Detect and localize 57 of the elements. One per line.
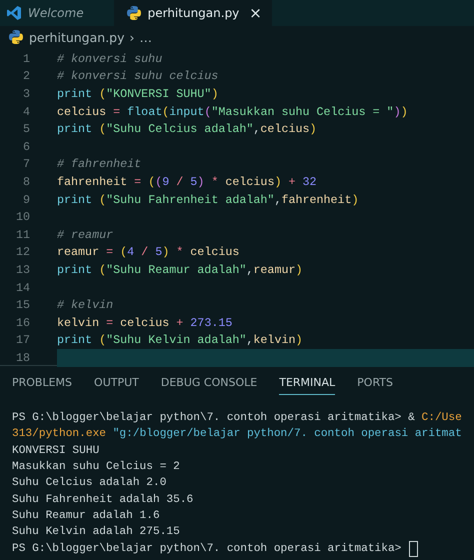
code-line: # reamur	[57, 226, 114, 244]
line-number: 8	[22, 174, 30, 189]
editor-tab[interactable]: perhitungan.py ×	[114, 0, 272, 26]
terminal-line: 313/python.exe "g:/blogger/belajar python/7. contoh operasi aritmat	[12, 428, 462, 440]
terminal-line: Suhu Celcius adalah 2.0	[12, 477, 166, 490]
line-number: 4	[22, 104, 30, 119]
tab-label: Welcome	[28, 6, 84, 20]
panel-tab[interactable]: OUTPUT	[94, 370, 139, 394]
python-icon	[126, 5, 142, 21]
line-number: 18	[14, 350, 30, 365]
tab-label: perhitungan.py	[148, 6, 240, 20]
panel-tab[interactable]: PORTS	[357, 370, 393, 394]
terminal-line: KONVERSI SUHU	[12, 444, 100, 457]
line-number: 13	[14, 262, 30, 277]
line-number: 16	[14, 316, 30, 330]
line-number: 1	[22, 52, 30, 66]
line-number: 9	[22, 192, 30, 207]
code-line: celcius = float(input("Masukkan suhu Celcius = "))	[57, 104, 409, 120]
line-number: 6	[22, 140, 30, 154]
code-line: # konversi suhu	[57, 50, 164, 68]
terminal-line: Masukkan suhu Celcius = 2	[12, 461, 180, 474]
code-line: print ("Suhu Reamur adalah",reamur)	[57, 262, 304, 279]
terminal-line: PS G:\blogger\belajar python\7. contoh operasi aritmatika> & C:/Use	[12, 412, 462, 424]
line-number: 15	[14, 298, 30, 312]
line-number: 7	[22, 157, 30, 172]
panel-tab[interactable]: PROBLEMS	[12, 370, 72, 394]
code-line: fahrenheit = ((9 / 5) * celcius) + 32	[57, 174, 318, 191]
code-line: print ("Suhu Kelvin adalah",kelvin)	[57, 332, 304, 350]
line-number: 12	[14, 245, 30, 260]
editor-tab[interactable]: Welcome	[0, 0, 114, 26]
vscode-icon	[6, 5, 22, 21]
breadcrumb-separator: ›	[130, 30, 135, 44]
code-line: reamur = (4 / 5) * celcius	[57, 244, 240, 262]
code-line: kelvin = celcius + 273.15	[57, 314, 234, 332]
terminal-line: Suhu Kelvin adalah 275.15	[12, 526, 180, 538]
panel-tab[interactable]: TERMINAL	[279, 370, 336, 394]
line-number: 14	[14, 280, 30, 295]
line-number: 10	[14, 210, 30, 224]
panel-tab[interactable]: DEBUG CONSOLE	[160, 370, 258, 394]
line-number: 17	[14, 333, 30, 348]
code-line: # konversi suhu celcius	[57, 68, 220, 86]
python-icon	[8, 29, 24, 45]
code-line: print ("Suhu Celcius adalah",celcius)	[57, 121, 318, 138]
line-number: 3	[22, 86, 30, 101]
breadcrumb-item[interactable]: …	[140, 30, 152, 44]
breadcrumb-item[interactable]: perhitungan.py	[29, 30, 125, 44]
line-number: 2	[22, 69, 30, 84]
code-line: # kelvin	[57, 297, 114, 314]
code-line: print ("Suhu Fahrenheit adalah",fahrenheit)	[57, 192, 360, 208]
terminal-line: Suhu Fahrenheit adalah 35.6	[12, 494, 194, 506]
terminal-line: Suhu Reamur adalah 1.6	[12, 510, 160, 522]
close-icon[interactable]: ×	[249, 4, 262, 22]
line-number: 11	[14, 228, 30, 242]
line-number: 5	[22, 122, 30, 136]
terminal-line: PS G:\blogger\belajar python\7. contoh operasi aritmatika>	[12, 542, 402, 555]
code-line: # fahrenheit	[57, 156, 142, 174]
code-line: print ("KONVERSI SUHU")	[57, 86, 220, 103]
